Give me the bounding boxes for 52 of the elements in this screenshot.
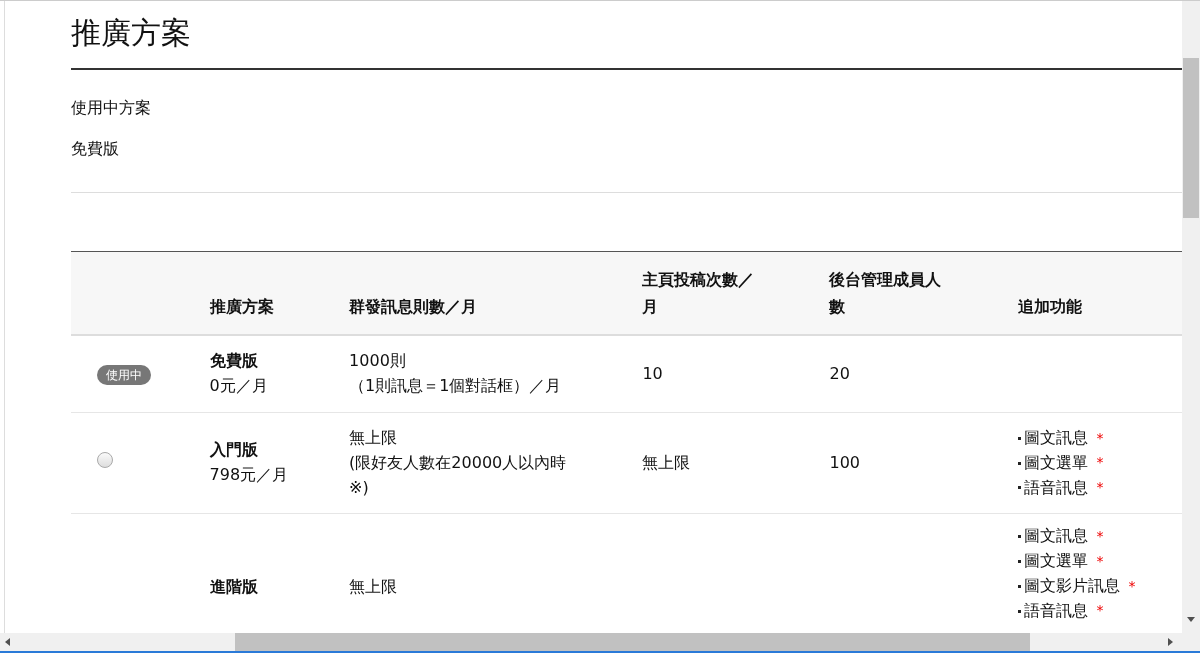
bullet-icon [1017, 560, 1021, 564]
feature-name: 圖文選單 [1023, 451, 1088, 474]
plan-name: 免費版 [209, 350, 259, 373]
scrollbar-thumb[interactable] [1183, 58, 1199, 218]
right-arrow-icon[interactable] [1166, 638, 1174, 646]
current-plan-name: 免費版 [71, 139, 120, 160]
column-header: 追加功能 [1017, 296, 1082, 319]
bullet-icon [1017, 486, 1021, 490]
required-mark: * [1096, 601, 1104, 621]
column-header: 群發訊息則數／月 [349, 296, 478, 319]
bullet-icon [1017, 609, 1021, 613]
plan-price: 0元／月 [209, 375, 269, 398]
feature-name: 語音訊息 [1023, 599, 1088, 622]
admin-count: 20 [829, 362, 851, 385]
feature-name: 圖文選單 [1023, 550, 1088, 573]
bullet-icon [1017, 584, 1021, 588]
vertical-scrollbar[interactable] [1182, 1, 1200, 633]
bullet-icon [1017, 461, 1021, 465]
column-header: 推廣方案 [209, 296, 274, 319]
down-arrow-icon[interactable] [1187, 615, 1195, 623]
feature-name: 圖文影片訊息 [1023, 574, 1120, 597]
required-mark: * [1096, 526, 1104, 546]
column-header: 主頁投稿次數／月 [642, 269, 756, 319]
message-quota: (限好友人數在20000人以內時※) [349, 451, 568, 499]
plan-name: 進階版 [209, 575, 259, 598]
required-mark: * [1096, 453, 1104, 473]
required-mark: * [1096, 478, 1104, 498]
required-mark: * [1096, 551, 1104, 571]
plan-name: 入門版 [209, 439, 259, 462]
bullet-icon [1017, 535, 1021, 539]
message-quota: 無上限 [349, 426, 399, 449]
scrollbar-thumb[interactable] [235, 633, 1030, 651]
message-quota: 1000則 [349, 350, 407, 373]
admin-count: 100 [829, 451, 862, 474]
horizontal-scrollbar[interactable] [0, 633, 1200, 653]
required-mark: * [1128, 576, 1136, 596]
post-quota: 無上限 [642, 451, 692, 474]
feature-name: 圖文訊息 [1023, 426, 1088, 449]
plan-price: 798元／月 [209, 464, 290, 487]
current-plan-label: 使用中方案 [71, 98, 152, 119]
plan-radio[interactable] [97, 451, 113, 468]
bullet-icon [1017, 436, 1021, 440]
required-mark: * [1096, 428, 1104, 448]
column-header: 後台管理成員人數 [829, 269, 943, 319]
feature-name: 圖文訊息 [1023, 525, 1088, 548]
message-quota: 無上限 [349, 575, 399, 598]
in-use-badge: 使用中 [97, 364, 151, 386]
feature-name: 語音訊息 [1023, 476, 1088, 499]
post-quota: 10 [642, 362, 664, 385]
page-title: 推廣方案 [71, 1, 1182, 70]
left-arrow-icon[interactable] [4, 638, 12, 646]
message-quota: （1則訊息＝1個對話框）／月 [349, 375, 563, 398]
